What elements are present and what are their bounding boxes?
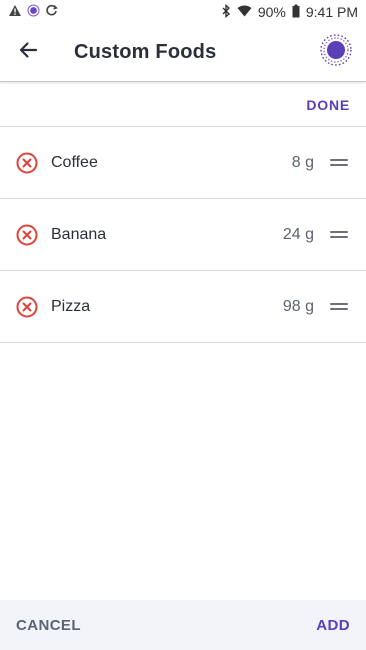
wifi-icon [237,4,252,20]
back-arrow-icon [18,41,38,64]
page-title: Custom Foods [74,41,217,63]
food-amount: 98 g [282,297,314,315]
status-system: 90% 9:41 PM [221,3,358,21]
status-bar: 90% 9:41 PM [0,0,366,24]
remove-icon[interactable] [16,296,38,318]
bluetooth-icon [221,3,231,21]
device-sync-icon [319,33,353,72]
sync-notification-icon [45,4,58,20]
food-name: Pizza [51,297,91,315]
custom-foods-list: Coffee 8 g Banana 24 g Pizza 98 g [0,127,366,343]
drag-handle-icon[interactable] [330,229,348,241]
list-item: Pizza 98 g [0,271,366,343]
app-bar: Custom Foods [0,24,366,82]
battery-icon [292,4,300,21]
clock: 9:41 PM [305,4,358,20]
status-notifications [8,4,58,20]
list-item: Banana 24 g [0,199,366,271]
drag-handle-icon[interactable] [330,301,348,313]
edit-toolbar: DONE [0,83,366,127]
done-button[interactable]: DONE [306,97,350,113]
cancel-button[interactable]: CANCEL [16,617,81,634]
back-button[interactable] [0,24,56,82]
bottom-action-bar: CANCEL ADD [0,600,366,650]
list-item: Coffee 8 g [0,127,366,199]
remove-icon[interactable] [16,224,38,246]
food-name: Banana [51,225,107,243]
food-name: Coffee [51,153,98,171]
add-button[interactable]: ADD [316,617,350,634]
food-amount: 8 g [291,153,314,171]
remove-icon[interactable] [16,152,38,174]
warning-icon [8,4,22,20]
battery-percent: 90% [257,4,286,20]
food-amount: 24 g [282,225,314,243]
app-notification-icon [27,4,40,20]
device-sync-button[interactable] [312,24,360,82]
drag-handle-icon[interactable] [330,157,348,169]
